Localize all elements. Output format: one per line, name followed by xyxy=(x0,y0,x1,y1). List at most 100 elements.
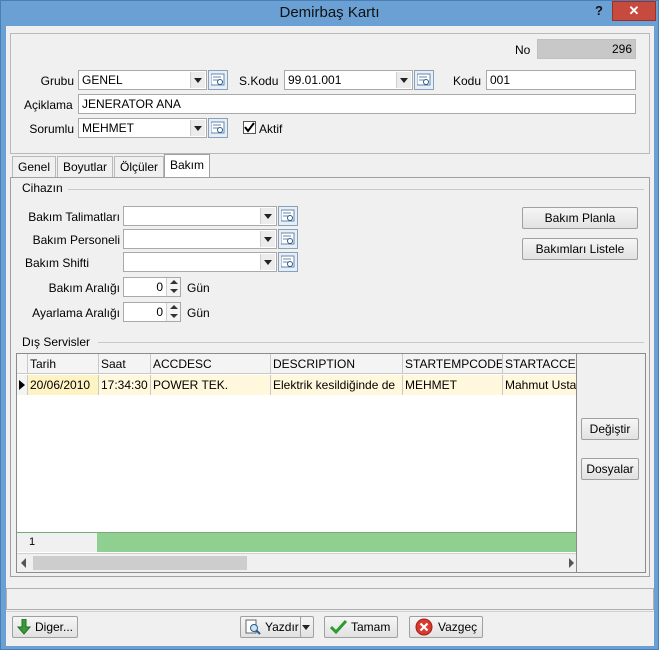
cancel-icon xyxy=(415,618,433,636)
vazgec-button[interactable]: Vazgeç xyxy=(409,616,483,638)
yazdir-button[interactable]: Yazdır xyxy=(240,616,302,638)
talimat-combo[interactable] xyxy=(123,206,277,226)
scroll-left-icon[interactable] xyxy=(21,558,26,568)
window-title: Demirbaş Kartı xyxy=(279,4,380,21)
skodu-combo[interactable]: 99.01.001 xyxy=(284,70,413,90)
section-divider xyxy=(98,342,644,343)
lookup-icon xyxy=(281,209,295,222)
cell-accdesc[interactable]: POWER TEK. xyxy=(151,375,271,395)
scroll-right-icon[interactable] xyxy=(569,558,574,568)
dis-servisler-grid[interactable]: Tarih Saat ACCDESC DESCRIPTION STARTEMPC… xyxy=(16,353,577,573)
column-header-startempcode[interactable]: STARTEMPCODE xyxy=(403,354,503,374)
chevron-down-icon[interactable] xyxy=(260,254,275,270)
record-count: 1 xyxy=(17,533,97,552)
grubu-lookup-button[interactable] xyxy=(208,70,228,90)
lookup-icon xyxy=(417,73,431,86)
dosyalar-button[interactable]: Dosyalar xyxy=(581,458,639,480)
title-bar: Demirbaş Kartı ? ✕ xyxy=(1,1,658,26)
bakimlari-listele-button[interactable]: Bakımları Listele xyxy=(522,238,638,260)
tamam-button[interactable]: Tamam xyxy=(324,616,398,638)
ayarlama-spinner[interactable]: 0 xyxy=(123,302,181,322)
talimat-lookup-button[interactable] xyxy=(278,206,298,226)
aktif-checkbox[interactable] xyxy=(243,121,256,134)
diger-button[interactable]: Diger... xyxy=(12,616,78,638)
aralik-spinner[interactable]: 0 xyxy=(123,277,181,297)
chevron-down-icon[interactable] xyxy=(260,208,275,224)
horizontal-scrollbar[interactable] xyxy=(17,553,576,572)
shift-label: Bakım Shifti xyxy=(25,256,90,270)
shift-combo[interactable] xyxy=(123,252,277,272)
no-label: No xyxy=(515,43,531,57)
aralik-value: 0 xyxy=(156,280,163,294)
kodu-field[interactable]: 001 xyxy=(486,70,636,90)
chevron-down-icon[interactable] xyxy=(190,120,205,136)
kodu-label: Kodu xyxy=(453,74,482,88)
cell-tarih[interactable]: 20/06/2010 xyxy=(28,375,99,395)
yazdir-label: Yazdır xyxy=(265,620,299,634)
sorumlu-lookup-button[interactable] xyxy=(208,118,228,138)
column-header-startacce[interactable]: STARTACCE xyxy=(503,354,576,374)
spin-up-icon[interactable] xyxy=(166,303,180,312)
tab-boyutlar[interactable]: Boyutlar xyxy=(57,156,114,177)
dialog-body: No 296 Grubu GENEL S.Kodu 99.01.001 Kodu… xyxy=(6,26,654,646)
help-button[interactable]: ? xyxy=(589,3,609,21)
aciklama-label: Açiklama xyxy=(24,98,73,112)
lookup-icon xyxy=(211,121,225,134)
grubu-value: GENEL xyxy=(82,73,123,87)
chevron-down-icon[interactable] xyxy=(260,231,275,247)
skodu-lookup-button[interactable] xyxy=(414,70,434,90)
cell-saat[interactable]: 17:34:30 xyxy=(99,375,151,395)
check-icon xyxy=(244,122,255,133)
grubu-label: Grubu xyxy=(40,74,74,88)
arrow-down-icon xyxy=(17,619,31,635)
window: Demirbaş Kartı ? ✕ No 296 Grubu GENEL S.… xyxy=(0,0,659,650)
bakim-planla-button[interactable]: Bakım Planla xyxy=(522,207,638,229)
status-bar xyxy=(6,588,654,610)
spin-down-icon[interactable] xyxy=(166,312,180,321)
aciklama-field[interactable]: JENERATOR ANA xyxy=(78,94,636,114)
aktif-label[interactable]: Aktif xyxy=(259,122,282,136)
lookup-icon xyxy=(281,232,295,245)
cell-startempcode[interactable]: MEHMET xyxy=(403,375,503,395)
close-button[interactable]: ✕ xyxy=(612,1,656,21)
column-header-accdesc[interactable]: ACCDESC xyxy=(151,354,271,374)
diger-label: Diger... xyxy=(35,620,74,634)
grid-header: Tarih Saat ACCDESC DESCRIPTION STARTEMPC… xyxy=(17,354,576,374)
chevron-down-icon[interactable] xyxy=(190,72,205,88)
spin-up-icon[interactable] xyxy=(166,278,180,287)
cihazin-label: Cihazın xyxy=(22,181,63,195)
degistir-button[interactable]: Değiştir xyxy=(581,418,639,440)
row-pointer-icon xyxy=(17,375,28,395)
chevron-down-icon[interactable] xyxy=(396,72,411,88)
no-field: 296 xyxy=(537,39,636,59)
column-header-tarih[interactable]: Tarih xyxy=(28,354,99,374)
skodu-label: S.Kodu xyxy=(239,74,279,88)
column-header-saat[interactable]: Saat xyxy=(99,354,151,374)
aralik-label: Bakım Aralığı xyxy=(48,281,120,295)
talimat-label: Bakım Talimatları xyxy=(28,210,120,224)
sorumlu-combo[interactable]: MEHMET xyxy=(78,118,207,138)
scroll-thumb[interactable] xyxy=(33,556,247,570)
spin-down-icon[interactable] xyxy=(166,287,180,296)
skodu-value: 99.01.001 xyxy=(288,73,342,87)
lookup-icon xyxy=(211,73,225,86)
tamam-label: Tamam xyxy=(351,620,391,634)
vazgec-label: Vazgeç xyxy=(438,620,478,634)
grubu-combo[interactable]: GENEL xyxy=(78,70,207,90)
cell-description[interactable]: Elektrik kesildiğinde de xyxy=(271,375,403,395)
yazdir-dropdown[interactable] xyxy=(300,616,314,638)
ayarlama-value: 0 xyxy=(156,305,163,319)
ayarlama-label: Ayarlama Aralığı xyxy=(32,306,120,320)
column-header-description[interactable]: DESCRIPTION xyxy=(271,354,403,374)
personel-lookup-button[interactable] xyxy=(278,229,298,249)
tab-bakim[interactable]: Bakım xyxy=(164,154,211,178)
chevron-down-icon[interactable] xyxy=(299,619,314,635)
personel-combo[interactable] xyxy=(123,229,277,249)
row-indicator-header xyxy=(17,354,28,374)
table-row[interactable]: 20/06/2010 17:34:30 POWER TEK. Elektrik … xyxy=(17,375,576,395)
tab-genel[interactable]: Genel xyxy=(12,156,57,177)
shift-lookup-button[interactable] xyxy=(278,252,298,272)
tab-olculer[interactable]: Ölçüler xyxy=(114,156,165,177)
lookup-icon xyxy=(281,255,295,268)
cell-startacce[interactable]: Mahmut Usta xyxy=(503,375,576,395)
